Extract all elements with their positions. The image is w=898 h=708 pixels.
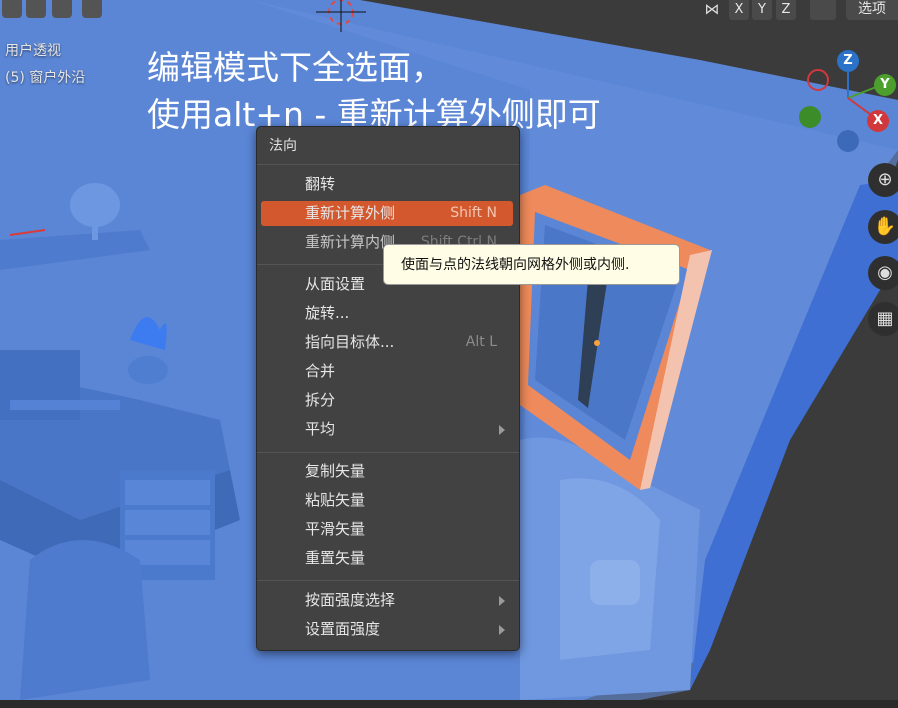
menu-item-label: 旋转... [305,304,350,322]
menu-item-label: 复制矢量 [305,462,366,480]
options-button[interactable]: 选项 [846,0,898,20]
camera-icon[interactable]: ◉ [868,256,898,290]
submenu-arrow-icon [499,625,505,635]
menu-title: 法向 [269,138,297,154]
edge-select-mode-button[interactable] [26,0,46,18]
menu-item-label: 从面设置 [305,275,366,293]
menu-item-paste-vector[interactable]: 粘贴矢量 [261,488,513,513]
menu-item-rotate[interactable]: 旋转... [261,301,513,326]
menu-item-shortcut: Shift N [450,205,497,221]
menu-item-label: 指向目标体... [305,333,395,351]
menu-item-flip[interactable]: 翻转 [261,172,513,197]
face-select-mode-button[interactable] [52,0,72,18]
bottom-header-strip [0,700,898,708]
menu-separator [257,580,519,581]
mirror-y-button[interactable]: Y [752,0,772,20]
menu-separator [257,452,519,453]
menu-item-label: 设置面强度 [305,620,381,638]
vertex-select-mode-button[interactable] [2,0,22,18]
mirror-icon[interactable]: ⋈ [700,0,724,20]
gizmo-x-axis[interactable]: X [867,110,889,132]
menu-item-label: 翻转 [305,175,336,193]
view-name: 用户透视 [5,43,61,59]
menu-item-label: 按面强度选择 [305,591,396,609]
menu-item-label: 重新计算外侧 [305,204,396,222]
menu-item-recalculate-outside[interactable]: 重新计算外侧 Shift N [261,201,513,226]
xray-toggle-button[interactable] [82,0,102,18]
menu-item-label: 重新计算内侧 [305,233,396,251]
menu-item-point-to-target[interactable]: 指向目标体... Alt L [261,330,513,355]
gizmo-z-axis[interactable]: Z [837,50,859,72]
menu-item-label: 粘贴矢量 [305,491,366,509]
mirror-z-button[interactable]: Z [776,0,796,20]
submenu-arrow-icon [499,425,505,435]
hand-icon[interactable]: ✋ [868,210,898,244]
menu-item-copy-vector[interactable]: 复制矢量 [261,459,513,484]
menu-item-label: 平均 [305,420,336,438]
menu-item-label: 拆分 [305,391,336,409]
snap-icon[interactable] [810,0,836,20]
menu-item-shortcut: Alt L [465,334,497,350]
tutorial-caption-line1: 编辑模式下全选面， [147,48,444,87]
menu-item-select-by-face-strength[interactable]: 按面强度选择 [261,588,513,613]
menu-item-set-face-strength[interactable]: 设置面强度 [261,617,513,642]
menu-separator [257,164,519,165]
menu-item-label: 合并 [305,362,336,380]
zoom-icon[interactable]: ⊕ [868,163,898,197]
tooltip: 使面与点的法线朝向网格外侧或内侧. [383,244,680,285]
grid-icon[interactable]: ▦ [868,302,898,336]
menu-item-average[interactable]: 平均 [261,417,513,442]
menu-item-split[interactable]: 拆分 [261,388,513,413]
submenu-arrow-icon [499,596,505,606]
mirror-x-button[interactable]: X [729,0,749,20]
menu-item-merge[interactable]: 合并 [261,359,513,384]
menu-item-reset-vector[interactable]: 重置矢量 [261,546,513,571]
normals-menu: 法向 翻转 重新计算外侧 Shift N 重新计算内侧 Shift Ctrl N… [256,126,520,651]
gizmo-y-axis[interactable]: Y [874,74,896,96]
object-info: (5) 窗户外沿 [5,70,86,86]
menu-item-label: 重置矢量 [305,549,366,567]
menu-item-smooth-vector[interactable]: 平滑矢量 [261,517,513,542]
3d-cursor-icon[interactable] [316,0,366,32]
menu-item-label: 平滑矢量 [305,520,366,538]
